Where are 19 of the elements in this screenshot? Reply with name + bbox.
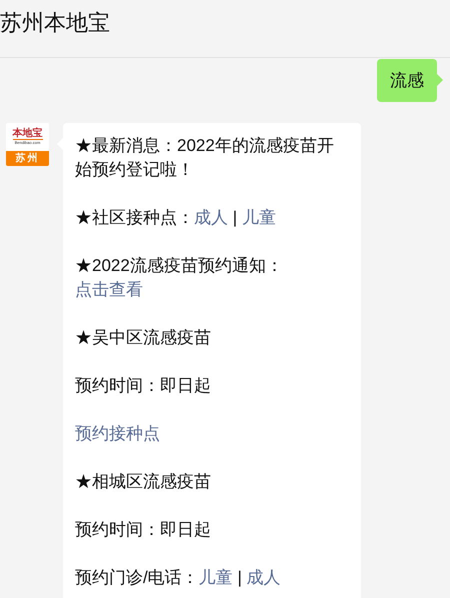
message-link[interactable]: 儿童 bbox=[242, 208, 276, 227]
message-link[interactable]: 成人 bbox=[246, 568, 281, 587]
message-paragraph: ★2022流感疫苗预约通知： 点击查看 bbox=[75, 255, 284, 301]
logo-text: 本地宝 bbox=[12, 129, 42, 140]
message-link[interactable]: 成人 bbox=[194, 208, 228, 227]
message-paragraph: 预约时间：即日起 bbox=[75, 519, 212, 541]
message-paragraph: ★吴中区流感疫苗 bbox=[75, 327, 212, 349]
message-link[interactable]: 预约接种点 bbox=[75, 424, 160, 443]
message-paragraph: ★社区接种点：成人 | 儿童 bbox=[75, 207, 277, 229]
message-link[interactable]: 儿童 bbox=[198, 568, 233, 587]
logo-city: 苏州 bbox=[16, 154, 40, 164]
chat-title: 苏州本地宝 bbox=[0, 12, 110, 34]
message-paragraph: 预约门诊/电话：儿童 | 成人 bbox=[75, 567, 282, 589]
message-paragraph: 预约时间：即日起 bbox=[75, 375, 212, 397]
message-paragraph: ★相城区流感疫苗 bbox=[75, 471, 212, 493]
sent-message-bubble: 流感 bbox=[377, 59, 437, 102]
message-paragraph: ★最新消息：2022年的流感疫苗开始预约登记啦！ bbox=[75, 135, 335, 181]
message-link[interactable]: 点击查看 bbox=[75, 280, 143, 299]
bubble-tail bbox=[437, 74, 443, 86]
